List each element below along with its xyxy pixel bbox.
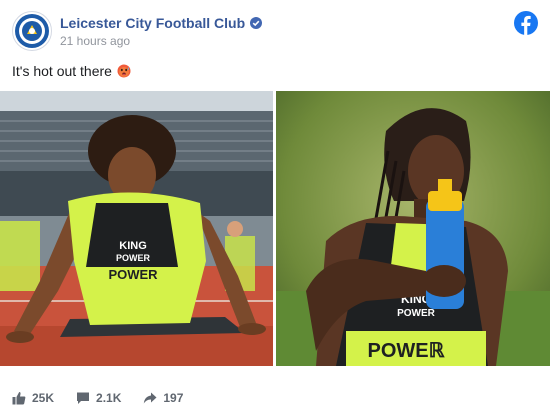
player-stretching-photo: KING POWER POWER: [0, 91, 273, 366]
right-shirt-power-text: POWEℝ: [368, 340, 446, 362]
photo-left[interactable]: KING POWER POWER: [0, 91, 273, 366]
caption-text: It's hot out there: [12, 63, 112, 79]
reactions-stat[interactable]: 25K: [12, 391, 54, 405]
post-caption: It's hot out there: [12, 63, 131, 79]
facebook-logo-icon[interactable]: [514, 11, 538, 35]
left-shirt-power-small-text: POWER: [116, 253, 151, 263]
page-name-link[interactable]: Leicester City Football Club: [60, 15, 245, 31]
photo-right[interactable]: KING POWER POWEℝ: [276, 91, 550, 366]
verified-badge-icon: [250, 16, 263, 29]
reactions-count: 25K: [32, 391, 55, 405]
left-shirt-king-text: KING: [119, 240, 147, 252]
comment-icon: [77, 392, 90, 404]
left-shirt-power-text: POWER: [108, 267, 158, 282]
post-timestamp[interactable]: 21 hours ago: [60, 34, 262, 48]
comments-count: 2.1K: [96, 391, 122, 405]
crest-icon: [15, 14, 49, 48]
thumbs-up-icon: [12, 392, 26, 405]
photo-grid: KING POWER POWER KING POWER POWEℝ: [0, 91, 550, 366]
player-drinking-photo: KING POWER POWEℝ: [276, 91, 550, 366]
post-header: Leicester City Football Club 21 hours ag…: [12, 10, 263, 52]
post-meta: Leicester City Football Club 21 hours ag…: [60, 15, 263, 48]
club-crest-avatar[interactable]: [12, 11, 52, 51]
shares-stat[interactable]: 197: [143, 391, 183, 405]
post-stats-bar: 25K 2.1K 197: [12, 386, 205, 410]
facebook-post: Leicester City Football Club 21 hours ag…: [0, 0, 550, 416]
shares-count: 197: [163, 391, 184, 405]
hot-face-emoji-icon: [117, 64, 131, 78]
page-name-row: Leicester City Football Club: [60, 15, 263, 31]
comments-stat[interactable]: 2.1K: [76, 391, 121, 405]
share-icon: [144, 392, 157, 404]
right-shirt-power-small-text: POWER: [397, 308, 436, 319]
